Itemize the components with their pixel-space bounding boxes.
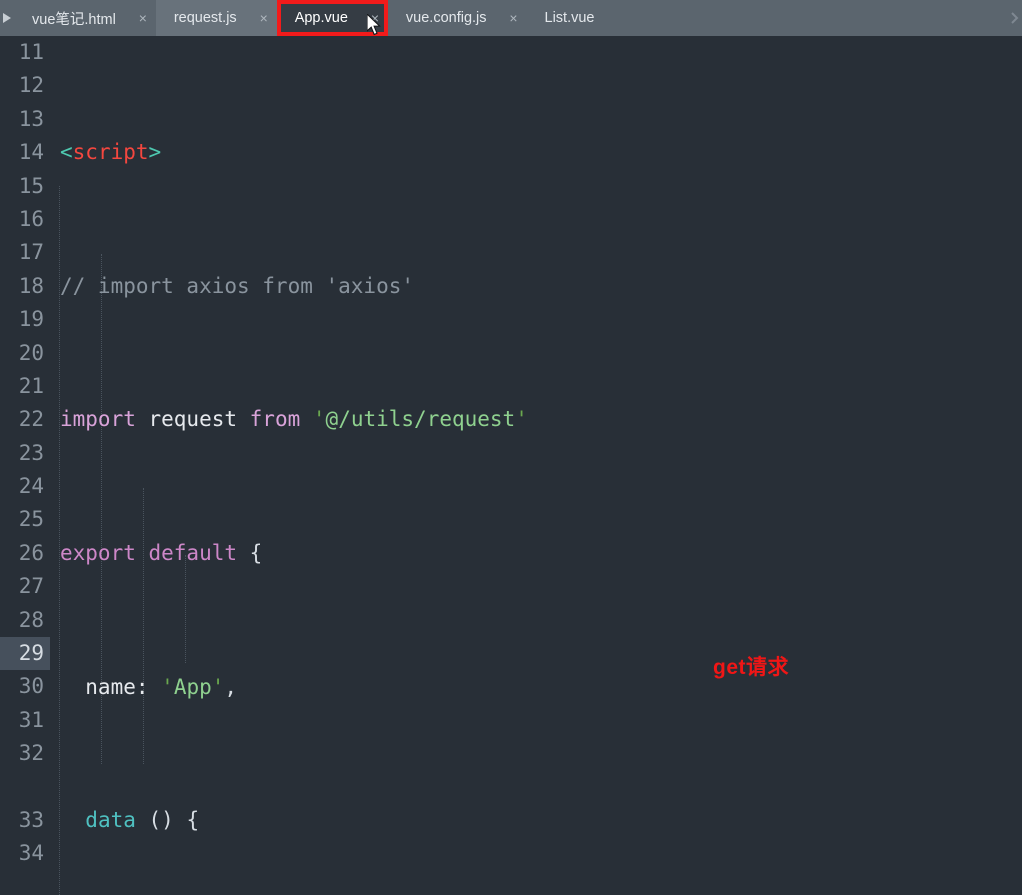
tab-vue-notes-html[interactable]: vue笔记.html × (14, 0, 156, 36)
line-number: 25 (18, 507, 44, 532)
tab-label: App.vue (294, 10, 348, 26)
line-number: 12 (18, 73, 44, 98)
line-number: 16 (18, 206, 44, 231)
line-number: 15 (18, 173, 44, 198)
code-line-13: import request from '@/utils/request' (60, 407, 528, 432)
tab-request-js[interactable]: request.js × (155, 0, 277, 36)
code-line-15: name: 'App', (60, 674, 238, 699)
line-number: 27 (18, 574, 44, 599)
line-number: 13 (18, 106, 44, 131)
code-line-11: <script> (60, 140, 162, 165)
line-number: 33 (18, 807, 44, 832)
line-number: 20 (18, 340, 44, 365)
line-number: 14 (18, 140, 44, 165)
close-icon[interactable]: × (130, 10, 156, 26)
tab-label: vue.config.js (405, 10, 487, 26)
line-number: 17 (18, 240, 44, 265)
line-number: 34 (18, 841, 44, 866)
code-editor-pane[interactable]: 11 12 13 14 15 16 17 18 19 20 21 22 23 2… (0, 36, 1022, 895)
line-number: 30 (18, 674, 44, 699)
line-number: 28 (18, 607, 44, 632)
tab-list-vue[interactable]: List.vue (526, 0, 617, 36)
line-number: 11 (18, 40, 44, 64)
line-number: 22 (18, 407, 44, 432)
triangle-right-icon[interactable] (0, 0, 14, 36)
line-number: 18 (18, 273, 44, 298)
editor-tab-bar: vue笔记.html × request.js × App.vue × vue.… (0, 0, 1022, 36)
code-content[interactable]: <script> // import axios from 'axios' im… (50, 36, 1022, 895)
code-line-14: export default { (60, 541, 263, 566)
line-number: 26 (18, 540, 44, 565)
line-number-current: 29 (0, 637, 50, 671)
tab-app-vue[interactable]: App.vue × (276, 0, 388, 36)
line-number: 31 (18, 707, 44, 732)
chevron-right-icon[interactable] (1008, 0, 1022, 36)
line-number: 23 (18, 440, 44, 465)
tab-label: List.vue (544, 10, 595, 26)
close-icon[interactable]: × (501, 10, 527, 26)
tab-vue-config-js[interactable]: vue.config.js × (387, 0, 527, 36)
line-number-wrapped (0, 771, 50, 804)
line-number: 21 (18, 373, 44, 398)
close-icon[interactable]: × (362, 10, 388, 26)
annotation-get-request: get请求 (713, 656, 789, 679)
line-number: 19 (18, 307, 44, 332)
close-icon[interactable]: × (251, 10, 277, 26)
tab-label: vue笔记.html (32, 11, 116, 28)
code-line-16: data () { (85, 808, 200, 833)
line-number: 32 (18, 741, 44, 766)
code-line-12: // import axios from 'axios' (60, 273, 415, 298)
line-number: 24 (18, 474, 44, 499)
line-number-gutter: 11 12 13 14 15 16 17 18 19 20 21 22 23 2… (0, 36, 50, 895)
tab-label: request.js (173, 10, 237, 26)
